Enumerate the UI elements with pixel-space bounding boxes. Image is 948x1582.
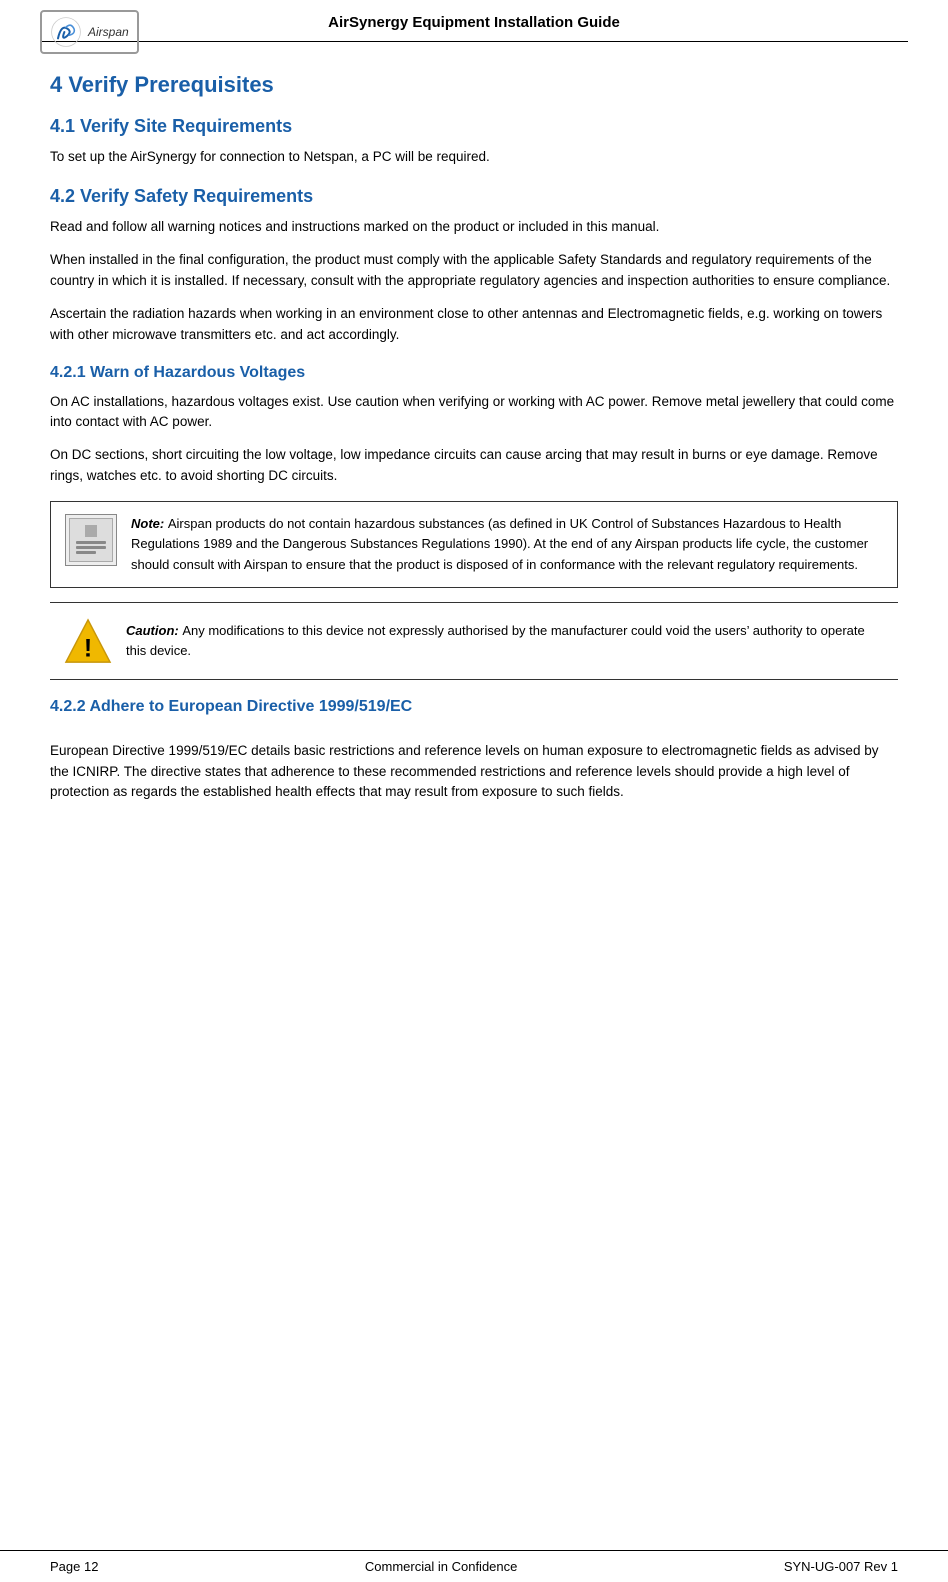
- section-4-2-1-heading: 4.2.1 Warn of Hazardous Voltages: [50, 364, 898, 382]
- note-box: Note: Airspan products do not contain ha…: [50, 501, 898, 587]
- caution-triangle-icon: !: [64, 617, 112, 665]
- main-content: 4 Verify Prerequisites 4.1 Verify Site R…: [0, 42, 948, 1550]
- section-4-2-2-heading: 4.2.2 Adhere to European Directive 1999/…: [50, 698, 898, 716]
- section-4-1-body: To set up the AirSynergy for connection …: [50, 147, 898, 168]
- footer: Page 12 Commercial in Confidence SYN-UG-…: [0, 1550, 948, 1582]
- section-4-2-1-body1: On AC installations, hazardous voltages …: [50, 392, 898, 434]
- note-text: Note: Airspan products do not contain ha…: [131, 514, 883, 574]
- logo-area: Airspan: [40, 10, 139, 54]
- section-4-2-heading: 4.2 Verify Safety Requirements: [50, 186, 898, 207]
- section-4-1-heading: 4.1 Verify Site Requirements: [50, 116, 898, 137]
- section-4-2-2-body: European Directive 1999/519/EC details b…: [50, 741, 898, 804]
- logo-box: Airspan: [40, 10, 139, 54]
- section-4-2-1-body2: On DC sections, short circuiting the low…: [50, 445, 898, 487]
- caution-text: Caution: Any modifications to this devic…: [126, 621, 884, 661]
- section-4-heading: 4 Verify Prerequisites: [50, 72, 898, 98]
- note-image: [69, 518, 113, 562]
- section-4-2-body3: Ascertain the radiation hazards when wor…: [50, 304, 898, 346]
- section-4-2-body2: When installed in the final configuratio…: [50, 250, 898, 292]
- svg-text:!: !: [84, 634, 92, 662]
- footer-page: Page 12: [50, 1559, 98, 1574]
- logo-text: Airspan: [88, 25, 129, 39]
- footer-right: SYN-UG-007 Rev 1: [784, 1559, 898, 1574]
- caution-icon: !: [64, 617, 112, 665]
- section-4-2-body1: Read and follow all warning notices and …: [50, 217, 898, 238]
- header: Airspan AirSynergy Equipment Installatio…: [0, 0, 948, 41]
- page-wrapper: Airspan AirSynergy Equipment Installatio…: [0, 0, 948, 1582]
- caution-box: ! Caution: Any modifications to this dev…: [50, 602, 898, 680]
- footer-center: Commercial in Confidence: [365, 1559, 517, 1574]
- note-icon: [65, 514, 117, 566]
- airspan-logo-icon: [50, 16, 82, 48]
- header-title: AirSynergy Equipment Installation Guide: [328, 14, 620, 31]
